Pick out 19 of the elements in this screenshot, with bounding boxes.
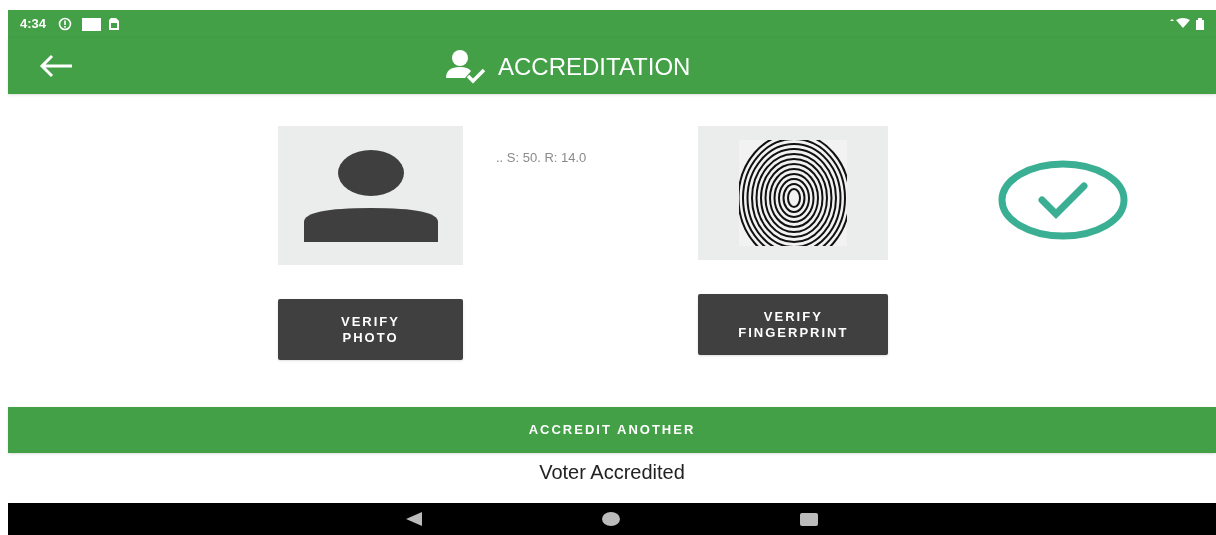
- verify-fingerprint-button[interactable]: VERIFY FINGERPRINT: [698, 294, 889, 355]
- screen-title: ACCREDITATION: [498, 52, 691, 82]
- status-time: 4:34: [20, 15, 47, 34]
- status-message: Voter Accredited: [539, 460, 685, 485]
- verify-photo-button[interactable]: VERIFY PHOTO: [278, 299, 463, 360]
- home-nav-button[interactable]: [602, 512, 620, 526]
- notification-icon: [82, 17, 102, 31]
- back-arrow-icon: [39, 54, 73, 78]
- recents-square-icon: [800, 512, 818, 526]
- user-check-icon: [444, 48, 486, 86]
- alert-icon: [58, 17, 73, 31]
- battery-icon: [1196, 18, 1204, 30]
- sim-icon: [109, 18, 120, 30]
- home-circle-icon: [602, 512, 620, 526]
- recents-nav-button[interactable]: [800, 512, 818, 526]
- back-triangle-icon: [406, 512, 422, 526]
- person-icon: [303, 149, 438, 242]
- back-nav-button[interactable]: [406, 512, 422, 526]
- score-text: .. S: 50. R: 14.0: [496, 149, 587, 167]
